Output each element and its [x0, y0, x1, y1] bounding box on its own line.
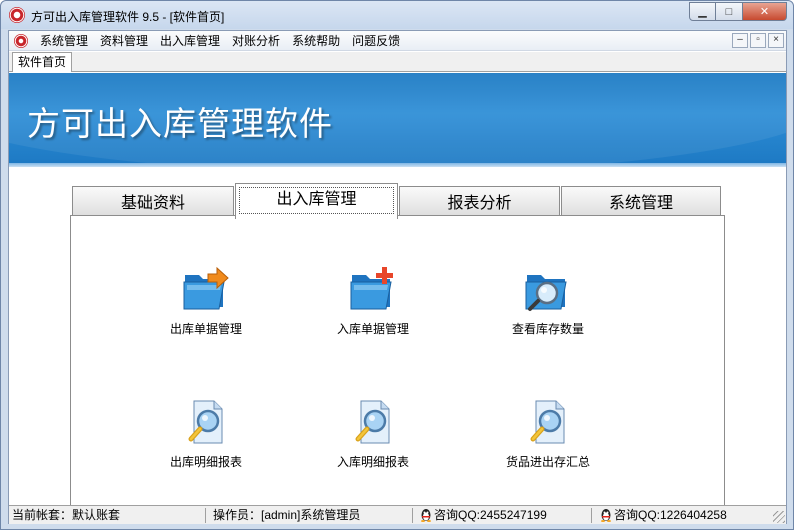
minimize-button[interactable]: ▁	[689, 2, 716, 21]
status-qq1[interactable]: 咨询QQ:2455247199	[419, 506, 547, 524]
goods-stock-summary[interactable]: 货品进出存汇总	[478, 399, 618, 470]
status-operator: 操作员：[admin]系统管理员	[213, 508, 361, 522]
feature-label: 入库明细报表	[336, 455, 409, 469]
document-tab-strip: 软件首页	[9, 52, 786, 72]
outbound-document-management[interactable]: 出库单据管理	[136, 266, 276, 337]
status-separator	[591, 508, 592, 523]
status-qq1-text: 咨询QQ:2455247199	[434, 508, 547, 522]
inbound-detail-report[interactable]: 入库明细报表	[303, 399, 443, 470]
title-bar[interactable]: 方可出入库管理软件 9.5 - [软件首页] ▁ □ ✕	[1, 1, 793, 29]
window-title: 方可出入库管理软件 9.5 - [软件首页]	[31, 10, 225, 24]
menu-logo-icon[interactable]	[14, 33, 28, 48]
folder-magnifier-icon	[525, 275, 567, 311]
banner-title: 方可出入库管理软件	[27, 104, 333, 143]
feature-label: 出库单据管理	[169, 322, 242, 336]
menu-data[interactable]: 资料管理	[94, 31, 154, 51]
qq-penguin-icon	[601, 509, 611, 522]
menu-feedback[interactable]: 问题反馈	[346, 31, 406, 51]
tab-system-management[interactable]: 系统管理	[561, 186, 721, 218]
focus-rectangle	[239, 187, 394, 214]
status-separator	[205, 508, 206, 523]
outbound-detail-report[interactable]: 出库明细报表	[136, 399, 276, 470]
qq-penguin-icon	[421, 509, 431, 522]
app-window: 方可出入库管理软件 9.5 - [软件首页] ▁ □ ✕ 系统管理 资料管理 出…	[0, 0, 794, 530]
close-button[interactable]: ✕	[743, 2, 787, 21]
mdi-minimize-button[interactable]: –	[732, 33, 748, 48]
menu-bar: 系统管理 资料管理 出入库管理 对账分析 系统帮助 问题反馈 – ▫ ×	[9, 31, 786, 51]
window-controls: ▁ □ ✕	[689, 2, 787, 21]
banner-divider	[9, 163, 786, 167]
app-logo-icon[interactable]	[9, 7, 25, 23]
view-inventory-quantity[interactable]: 查看库存数量	[478, 266, 618, 337]
menu-help[interactable]: 系统帮助	[286, 31, 346, 51]
tab-report-analysis[interactable]: 报表分析	[399, 186, 560, 218]
menu-reconcile[interactable]: 对账分析	[226, 31, 286, 51]
client-area: 系统管理 资料管理 出入库管理 对账分析 系统帮助 问题反馈 – ▫ × 软件首…	[8, 30, 787, 524]
mdi-controls: – ▫ ×	[732, 33, 784, 48]
menu-inout[interactable]: 出入库管理	[154, 31, 226, 51]
status-separator	[412, 508, 413, 523]
document-magnifier-icon	[355, 400, 390, 444]
feature-label: 查看库存数量	[511, 322, 584, 336]
status-bar: 当前帐套：默认账套 操作员：[admin]系统管理员 咨询QQ:24552471…	[9, 505, 786, 524]
inbound-document-management[interactable]: 入库单据管理	[303, 266, 443, 337]
feature-label: 入库单据管理	[336, 322, 409, 336]
tab-home[interactable]: 软件首页	[12, 52, 73, 72]
status-account: 当前帐套：默认账套	[12, 508, 121, 522]
tab-inout-management[interactable]: 出入库管理	[235, 183, 398, 219]
feature-label: 出库明细报表	[169, 455, 242, 469]
mdi-close-button[interactable]: ×	[768, 33, 784, 48]
mdi-restore-button[interactable]: ▫	[750, 33, 766, 48]
document-magnifier-icon	[530, 400, 565, 444]
document-magnifier-icon	[188, 400, 223, 444]
maximize-button[interactable]: □	[716, 2, 743, 21]
folder-plus-icon	[350, 267, 393, 310]
banner: 方可出入库管理软件	[9, 73, 786, 163]
feature-label: 货品进出存汇总	[505, 455, 590, 469]
module-tabs: 基础资料 出入库管理 报表分析 系统管理	[72, 183, 723, 219]
tab-content-panel: 出库单据管理 入库单据管理 查看库存数量 出库明细报表 入库明细报表 货品进出存…	[70, 215, 725, 515]
folder-arrow-icon	[183, 266, 229, 310]
status-qq2-text: 咨询QQ:1226404258	[614, 508, 727, 522]
status-qq2[interactable]: 咨询QQ:1226404258	[599, 506, 727, 524]
menu-system[interactable]: 系统管理	[34, 31, 94, 51]
tab-basic-data[interactable]: 基础资料	[72, 186, 234, 218]
resize-grip[interactable]	[773, 511, 785, 523]
